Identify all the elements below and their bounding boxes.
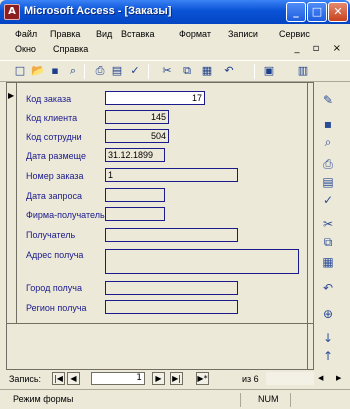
menu-view[interactable]: Вид — [96, 29, 112, 39]
sort-ascending-icon[interactable]: ↓ — [320, 330, 336, 346]
label-request-date: Дата запроса — [26, 191, 82, 201]
field-order-id[interactable]: 17 — [105, 91, 205, 105]
close-button[interactable]: ✕ — [328, 2, 348, 22]
field-shipper[interactable] — [105, 207, 165, 221]
new-icon[interactable]: □ — [13, 64, 27, 78]
menu-format[interactable]: Формат — [179, 29, 211, 39]
menu-file[interactable]: Файл — [15, 29, 37, 39]
first-record-button[interactable]: |◀ — [52, 372, 65, 385]
record-selector-arrow: ▶ — [8, 91, 15, 100]
menu-bar: Файл Правка Вид Вставка Формат Записи Се… — [0, 24, 350, 60]
field-customer-id[interactable]: 145 — [105, 110, 169, 124]
view-icon[interactable]: ▣ — [262, 64, 276, 78]
toolbar-separator — [148, 64, 149, 79]
status-num-lock: NUM — [258, 394, 279, 404]
print-icon[interactable]: ⎙ — [320, 156, 336, 172]
minimize-button[interactable]: _ — [286, 2, 306, 22]
undo-icon[interactable]: ↶ — [320, 280, 336, 296]
sort-descending-icon[interactable]: ↑ — [320, 348, 336, 364]
nav-label: Запись: — [9, 374, 42, 384]
field-employee-id[interactable]: 504 — [105, 129, 169, 143]
undo-icon[interactable]: ↶ — [222, 64, 236, 78]
label-shipper: Фирма-получатель — [26, 210, 105, 220]
spelling-icon[interactable]: ✓ — [128, 64, 142, 78]
save-icon[interactable]: ▪ — [320, 116, 336, 132]
field-address[interactable] — [105, 249, 299, 274]
label-customer-id: Код клиента — [26, 113, 78, 123]
menu-records[interactable]: Записи — [228, 29, 258, 39]
form-divider — [307, 83, 308, 369]
access-icon[interactable]: A — [4, 4, 20, 20]
save-icon[interactable]: ▪ — [48, 64, 62, 78]
label-order-number: Номер заказа — [26, 171, 84, 181]
label-city: Город получа — [26, 283, 82, 293]
status-separator — [240, 393, 241, 407]
field-city[interactable] — [105, 281, 238, 295]
current-record-input[interactable]: 1 — [91, 372, 145, 385]
form-area: ▶ Код заказа 17 Код клиента 145 Код сотр… — [6, 82, 314, 370]
record-selector[interactable]: ▶ — [7, 83, 17, 323]
status-bar: Режим формы NUM — [0, 389, 350, 409]
find-icon[interactable]: ▤ — [320, 174, 336, 190]
field-order-number[interactable]: 1 — [105, 168, 238, 182]
toolbar: □ 📂 ▪ ⌕ ⎙ ▤ ✓ ✂ ⧉ ▦ ↶ ▣ ▥ — [0, 60, 350, 82]
new-record-button[interactable]: ▶* — [196, 372, 209, 385]
scroll-left-icon[interactable]: ◀ — [318, 374, 323, 382]
toolbar-separator — [254, 64, 255, 79]
paste-icon[interactable]: ▦ — [200, 64, 214, 78]
status-separator — [290, 393, 291, 407]
print-preview-icon[interactable]: ▤ — [110, 64, 124, 78]
previous-record-button[interactable]: ◀ — [67, 372, 80, 385]
properties-icon[interactable]: ▥ — [296, 64, 310, 78]
mdi-controls[interactable]: _ ▫ × — [294, 43, 346, 54]
print-icon[interactable]: ⎙ — [93, 64, 107, 78]
copy-icon[interactable]: ⧉ — [320, 234, 336, 250]
maximize-button[interactable]: □ — [307, 2, 327, 22]
scroll-right-icon[interactable]: ▶ — [336, 374, 341, 382]
label-order-id: Код заказа — [26, 94, 72, 104]
label-recipient: Получатель — [26, 230, 76, 240]
menu-window[interactable]: Окно — [15, 44, 36, 54]
record-count: из 6 — [242, 374, 259, 384]
spelling-icon[interactable]: ✓ — [320, 192, 336, 208]
design-view-icon[interactable]: ✎ — [320, 92, 336, 108]
paste-icon[interactable]: ▦ — [320, 254, 336, 270]
status-mode: Режим формы — [13, 394, 74, 404]
form-toolbox: ✎ ▪ ⌕ ⎙ ▤ ✓ ✂ ⧉ ▦ ↶ ⊕ ↓ ↑ — [316, 84, 348, 370]
menu-help[interactable]: Справка — [53, 44, 88, 54]
field-recipient[interactable] — [105, 228, 238, 242]
menu-insert[interactable]: Вставка — [121, 29, 154, 39]
field-order-date[interactable]: 31.12.1899 — [105, 148, 165, 162]
next-record-button[interactable]: ▶ — [152, 372, 165, 385]
record-navigation: Запись: |◀ ◀ 1 ▶ ▶| ▶* из 6 ◀ ▶ — [0, 370, 350, 388]
last-record-button[interactable]: ▶| — [170, 372, 183, 385]
copy-icon[interactable]: ⧉ — [180, 64, 194, 78]
field-region[interactable] — [105, 300, 238, 314]
toolbar-separator — [84, 64, 85, 79]
cut-icon[interactable]: ✂ — [160, 64, 174, 78]
horizontal-scrollbar[interactable] — [266, 372, 314, 385]
window-title: Microsoft Access - [Заказы] — [24, 5, 172, 17]
search-file-icon[interactable]: ⌕ — [66, 64, 80, 78]
label-address: Адрес получа — [26, 250, 84, 260]
menu-tools[interactable]: Сервис — [279, 29, 310, 39]
label-region: Регион получа — [26, 303, 87, 313]
title-bar: A Microsoft Access - [Заказы] _ □ ✕ — [0, 0, 350, 24]
label-order-date: Дата размеще — [26, 151, 86, 161]
open-icon[interactable]: 📂 — [31, 64, 45, 78]
form-divider — [7, 323, 313, 324]
hyperlink-icon[interactable]: ⊕ — [320, 306, 336, 322]
label-employee-id: Код сотрудни — [26, 132, 82, 142]
search-icon[interactable]: ⌕ — [320, 134, 336, 150]
cut-icon[interactable]: ✂ — [320, 216, 336, 232]
field-request-date[interactable] — [105, 188, 165, 202]
menu-edit[interactable]: Правка — [50, 29, 80, 39]
